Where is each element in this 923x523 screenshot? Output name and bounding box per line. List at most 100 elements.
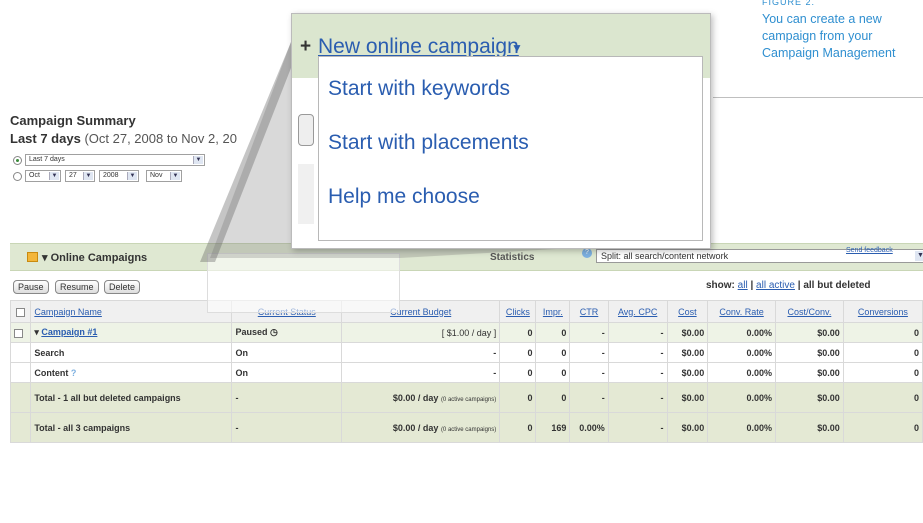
cost-cell: $0.00	[666, 342, 709, 363]
cost-cell: $0.00	[666, 322, 709, 343]
select-all-checkbox[interactable]	[16, 307, 26, 317]
menu-item-placements[interactable]: Start with placements	[328, 131, 529, 155]
cost-conv-cell: $0.00	[775, 382, 844, 413]
info-icon[interactable]: ?	[582, 248, 592, 258]
budget-cell: [ $1.00 / day ]	[341, 322, 501, 343]
cpc-cell: -	[607, 382, 668, 413]
table-header-row: Campaign Name Current Status Current Bud…	[9, 300, 923, 323]
panel-stub	[298, 164, 314, 224]
range-dates-text: (Oct 27, 2008 to Nov 2, 20	[84, 131, 237, 146]
show-all-link[interactable]: all	[738, 280, 748, 291]
help-icon: ?	[70, 367, 77, 378]
impr-cell: 0	[535, 362, 571, 383]
cpc-cell: -	[607, 362, 668, 383]
budget-cell: -	[341, 342, 501, 363]
date-range-label: Last 7 days (Oct 27, 2008 to Nov 2, 20	[10, 131, 237, 146]
plus-icon: +	[300, 36, 312, 57]
caption-divider	[713, 97, 923, 98]
statistics-label: Statistics	[490, 252, 535, 263]
ctr-cell: -	[569, 342, 609, 363]
conversions-cell: 0	[842, 342, 923, 363]
col-conversions[interactable]: Conversions	[842, 300, 923, 323]
cpc-cell: -	[607, 412, 668, 443]
col-impr[interactable]: Impr.	[535, 300, 571, 323]
budget-cell: $0.00 / day (0 active campaigns)	[341, 412, 501, 443]
ctr-cell: 0.00%	[569, 412, 609, 443]
caption-text: You can create a new campaign from your …	[762, 12, 896, 60]
clicks-cell: 0	[499, 322, 537, 343]
table-row: Content ? On - 0 0 - - $0.00 0.00% $0.00…	[9, 362, 923, 383]
conv-rate-cell: 0.00%	[707, 322, 776, 343]
ctr-cell: -	[569, 362, 609, 383]
cost-conv-cell: $0.00	[775, 342, 844, 363]
from-month-select[interactable]: Oct ▼	[25, 170, 61, 182]
conv-rate-cell: 0.00%	[707, 382, 776, 413]
col-cost[interactable]: Cost	[666, 300, 709, 323]
zoom-callout: + New online campaign ▼ Start with keywo…	[291, 13, 711, 249]
cost-conv-cell: $0.00	[775, 362, 844, 383]
from-day-select[interactable]: 27 ▼	[65, 170, 95, 182]
cost-cell: $0.00	[666, 362, 709, 383]
clock-icon: ◷	[270, 327, 278, 337]
cost-cell: $0.00	[666, 412, 709, 443]
impr-cell: 0	[535, 342, 571, 363]
status-cell: -	[231, 412, 343, 443]
to-month-select[interactable]: Nov ▼	[146, 170, 182, 182]
table-row: Total - 1 all but deleted campaigns - $0…	[9, 382, 923, 413]
network-name-cell: Content ?	[30, 362, 233, 383]
col-avg-cpc[interactable]: Avg. CPC	[607, 300, 668, 323]
custom-range-radio[interactable]	[13, 172, 22, 181]
campaign-link[interactable]: Campaign #1	[41, 327, 97, 337]
clicks-cell: 0	[499, 412, 537, 443]
row-checkbox[interactable]	[14, 328, 23, 338]
preset-range-radio[interactable]	[13, 156, 22, 165]
status-badge: Paused ◷	[231, 322, 343, 343]
chevron-down-icon: ▼	[193, 156, 203, 164]
chevron-down-icon: ▼	[83, 172, 93, 180]
chevron-down-icon: ▼	[170, 172, 180, 180]
row-checkbox-cell	[9, 322, 32, 343]
from-year-select[interactable]: 2008 ▼	[99, 170, 139, 182]
clicks-cell: 0	[499, 362, 537, 383]
show-active-link[interactable]: all active	[756, 280, 795, 291]
conversions-cell: 0	[842, 412, 923, 443]
network-name-cell: Search	[30, 342, 233, 363]
menu-item-help-me-choose[interactable]: Help me choose	[328, 185, 480, 209]
cpc-cell: -	[607, 342, 668, 363]
col-conv-rate[interactable]: Conv. Rate	[707, 300, 776, 323]
show-filter: show: all | all active | all but deleted	[706, 280, 871, 291]
col-campaign-name[interactable]: Campaign Name	[30, 300, 233, 323]
total-name-cell: Total - all 3 campaigns	[30, 412, 233, 443]
delete-button[interactable]: Delete	[104, 280, 141, 294]
clicks-cell: 0	[499, 342, 537, 363]
folder-icon	[27, 252, 38, 262]
impr-cell: 0	[535, 322, 571, 343]
conv-rate-cell: 0.00%	[707, 412, 776, 443]
col-cost-conv[interactable]: Cost/Conv.	[775, 300, 844, 323]
status-cell: On	[231, 362, 343, 383]
chevron-down-icon: ▼	[915, 251, 923, 261]
chevron-down-icon: ▼	[49, 172, 59, 180]
conversions-cell: 0	[842, 362, 923, 383]
send-feedback-link[interactable]: Send feedback	[846, 247, 893, 254]
small-dropdown-ghost	[207, 253, 400, 313]
preset-range-select[interactable]: Last 7 days ▼	[25, 154, 205, 166]
range-preset-text: Last 7 days	[10, 131, 81, 146]
impr-cell: 169	[535, 412, 571, 443]
impr-cell: 0	[535, 382, 571, 413]
cost-conv-cell: $0.00	[775, 322, 844, 343]
pause-button[interactable]: Pause	[13, 280, 49, 294]
show-but-deleted: all but deleted	[803, 280, 871, 291]
select-all-cell	[9, 300, 32, 323]
cost-cell: $0.00	[666, 382, 709, 413]
section-label: ▾ Online Campaigns	[42, 252, 148, 264]
table-row: ▾ Campaign #1 Paused ◷ [ $1.00 / day ] 0…	[9, 322, 923, 343]
status-cell: On	[231, 342, 343, 363]
total-name-cell: Total - 1 all but deleted campaigns	[30, 382, 233, 413]
table-row: Search On - 0 0 - - $0.00 0.00% $0.00 0	[9, 342, 923, 363]
menu-item-keywords[interactable]: Start with keywords	[328, 77, 510, 101]
conversions-cell: 0	[842, 382, 923, 413]
col-ctr[interactable]: CTR	[569, 300, 609, 323]
col-clicks[interactable]: Clicks	[499, 300, 537, 323]
resume-button[interactable]: Resume	[55, 280, 99, 294]
